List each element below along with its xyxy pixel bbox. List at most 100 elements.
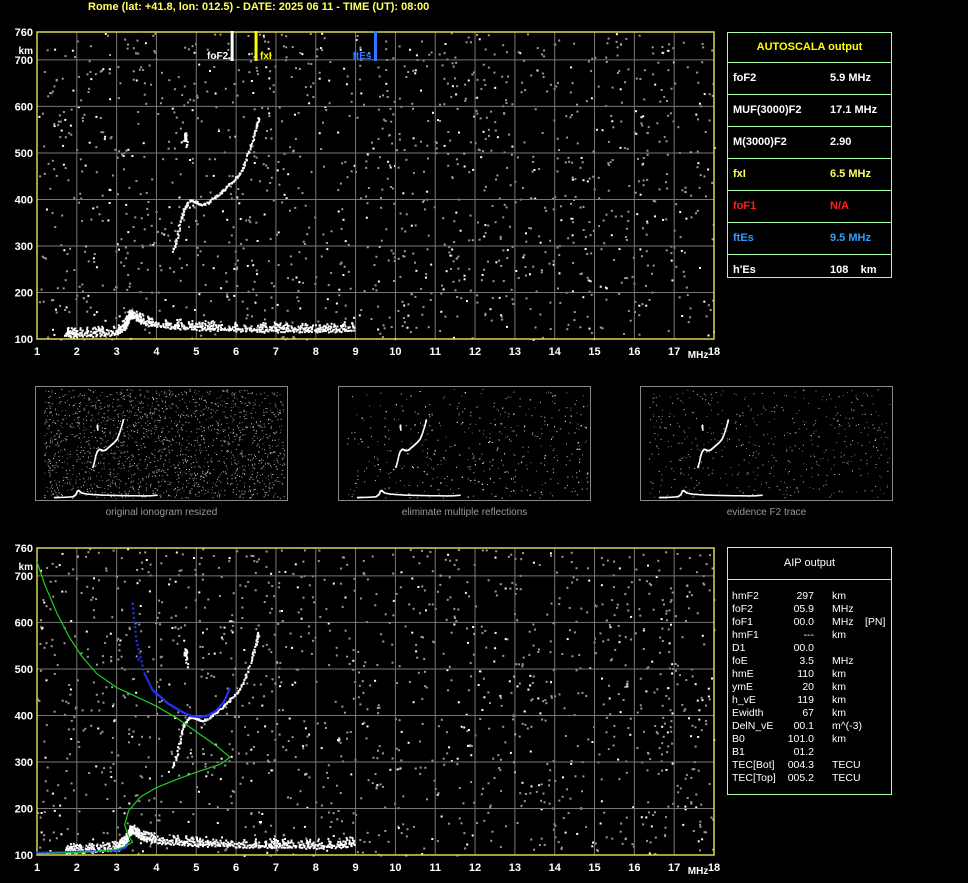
x-tick-label: 15 xyxy=(588,346,600,358)
aip-unit: km xyxy=(832,733,846,745)
autoscala-value: N/A xyxy=(830,200,849,212)
aip-unit: TECU xyxy=(832,772,861,784)
x-tick-label: 6 xyxy=(233,862,239,874)
autoscala-row: foF2 5.9 MHz xyxy=(728,63,891,95)
aip-value: 005.2 xyxy=(787,772,814,784)
aip-unit: km xyxy=(832,707,846,719)
aip-key: hmF1 xyxy=(732,629,759,641)
autoscala-key: MUF(3000)F2 xyxy=(733,104,802,116)
aip-key: B0 xyxy=(732,733,745,745)
y-tick-label: 400 xyxy=(15,194,33,206)
aip-row: h_vE 119 km xyxy=(728,694,891,707)
autoscala-value: 5.9 MHz xyxy=(830,72,871,84)
autoscala-value: 9.5 MHz xyxy=(830,232,871,244)
ionogram-header: Rome (lat: +41.8, lon: 012.5) - DATE: 20… xyxy=(88,1,430,13)
aip-row: DelN_vE 00.1 m^(-3) xyxy=(728,720,891,733)
y-tick-label: 500 xyxy=(15,148,33,160)
aip-unit: km xyxy=(832,681,846,693)
aip-value: 00.0 xyxy=(793,642,814,654)
autoscala-value: 6.5 MHz xyxy=(830,168,871,180)
thumb-speckle xyxy=(649,389,891,499)
aip-row: hmF2 297 km xyxy=(728,590,891,603)
marker-fof2 xyxy=(230,31,234,61)
x-tick-label: 9 xyxy=(353,862,359,874)
x-unit-label: MHz xyxy=(688,866,709,877)
x-tick-label: 4 xyxy=(153,346,160,358)
x-tick-label: 12 xyxy=(469,346,481,358)
marker-label-ftes: ftEs xyxy=(353,51,372,62)
x-tick-label: 3 xyxy=(114,346,120,358)
x-tick-label: 12 xyxy=(469,862,481,874)
y-tick-label: 100 xyxy=(15,850,33,862)
autoscala-row: fxI 6.5 MHz xyxy=(728,159,891,191)
autoscala-key: M(3000)F2 xyxy=(733,136,787,148)
autoscala-row: h'Es 108 km xyxy=(728,255,891,286)
y-tick-label: 200 xyxy=(15,287,33,299)
y-unit-label: km xyxy=(19,562,34,573)
thumb-trace xyxy=(356,419,461,499)
aip-key: DelN_vE xyxy=(732,720,774,732)
marker-fxi xyxy=(254,31,258,61)
aip-unit: km xyxy=(832,629,846,641)
aip-unit: km xyxy=(832,694,846,706)
x-tick-label: 16 xyxy=(628,346,640,358)
y-tick-label: 760 xyxy=(15,27,33,39)
x-tick-label: 14 xyxy=(549,346,562,358)
aip-unit: m^(-3) xyxy=(832,720,863,732)
x-tick-label: 16 xyxy=(628,862,640,874)
aip-key: TEC[Top] xyxy=(732,772,776,784)
x-tick-label: 3 xyxy=(114,862,120,874)
aip-value: 297 xyxy=(796,590,814,602)
thumb-speckle xyxy=(347,389,589,499)
aip-row: TEC[Bot] 004.3 TECU xyxy=(728,759,891,772)
autoscala-row: M(3000)F2 2.90 xyxy=(728,127,891,159)
marker-label-fof2: foF2 xyxy=(207,51,229,62)
aip-row: foE 3.5 MHz xyxy=(728,655,891,668)
aip-row: B1 01.2 xyxy=(728,746,891,759)
thumbnail-caption-evidence: evidence F2 trace xyxy=(726,507,807,518)
aip-key: foF2 xyxy=(732,603,754,615)
y-tick-label: 760 xyxy=(15,543,33,555)
autoscala-key: foF2 xyxy=(733,72,757,84)
autoscala-value: 17.1 MHz xyxy=(830,104,878,116)
y-unit-label: km xyxy=(19,46,34,57)
aip-title: AIP output xyxy=(728,548,891,580)
x-tick-label: 7 xyxy=(273,862,279,874)
x-tick-label: 9 xyxy=(353,346,359,358)
y-tick-label: 100 xyxy=(15,334,33,346)
x-tick-label: 15 xyxy=(588,862,600,874)
thumbnail-original xyxy=(35,386,288,501)
x-tick-label: 2 xyxy=(74,346,80,358)
ionogram-top-chart: foF2 fxI ftEs100200300400500600700760km1 2 3… xyxy=(15,27,720,361)
aip-key: hmF2 xyxy=(732,590,759,602)
thumb-speckle xyxy=(44,389,286,499)
x-tick-label: 5 xyxy=(193,862,199,874)
x-tick-label: 13 xyxy=(509,862,521,874)
y-tick-label: 300 xyxy=(15,241,33,253)
x-tick-label: 10 xyxy=(389,862,401,874)
x-tick-label: 13 xyxy=(509,346,521,358)
aip-key: foE xyxy=(732,655,748,667)
aip-unit: km xyxy=(832,590,846,602)
y-tick-label: 400 xyxy=(15,710,33,722)
y-tick-label: 600 xyxy=(15,101,33,113)
y-tick-label: 600 xyxy=(15,617,33,629)
x-tick-label: 8 xyxy=(313,862,319,874)
autoscala-value: 2.90 xyxy=(830,136,852,148)
aip-value: 05.9 xyxy=(793,603,814,615)
x-tick-label: 17 xyxy=(668,346,680,358)
autoscala-output-panel: AUTOSCALA output foF2 5.9 MHz MUF(3000)F2 1… xyxy=(727,32,892,278)
thumbnail-evidence-f2 xyxy=(640,386,893,501)
aip-value: 004.3 xyxy=(787,759,814,771)
autoscala-value: 108 km xyxy=(830,264,877,276)
aip-value: 01.2 xyxy=(793,746,814,758)
aip-value: 119 xyxy=(797,694,814,706)
autoscala-key: h'Es xyxy=(733,264,756,276)
aip-key: Ewidth xyxy=(732,707,764,719)
autoscala-row: ftEs 9.5 MHz xyxy=(728,223,891,255)
aip-value: 00.1 xyxy=(793,720,814,732)
marker-ftes xyxy=(374,31,377,61)
aip-value: 67 xyxy=(802,707,814,719)
aip-value: 20 xyxy=(802,681,814,693)
x-tick-label: 1 xyxy=(34,346,40,358)
